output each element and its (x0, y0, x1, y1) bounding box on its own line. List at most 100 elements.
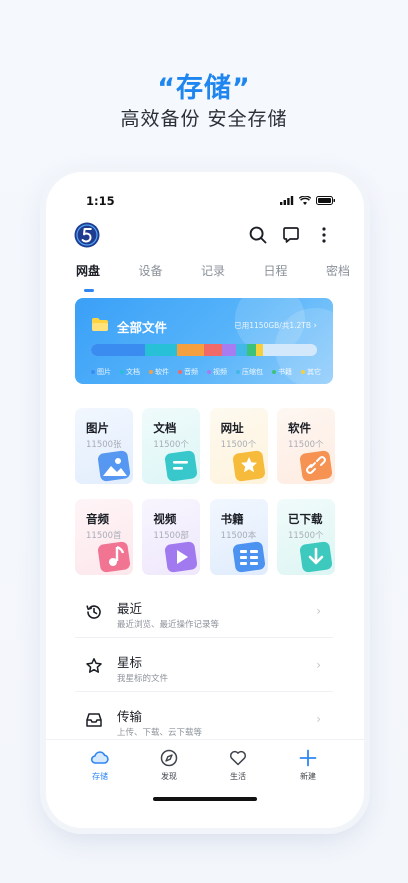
battery-icon (316, 196, 335, 205)
tabbar-life[interactable]: 生活 (218, 748, 258, 782)
app-header (46, 220, 364, 250)
promo-title: “存储” (157, 73, 251, 104)
legend-label: 文档 (126, 368, 140, 376)
list-item-subtitle: 最近浏览、最近操作记录等 (117, 620, 220, 630)
all-files-card[interactable]: 全部文件 已用1150GB/共1.2TB › 图片 文档 软件 音频 视频 压缩包 书籍 其它 (75, 298, 333, 384)
plus-icon (299, 749, 317, 767)
storage-segment-6 (246, 344, 256, 356)
star-icon (232, 450, 265, 482)
category-card[interactable]: 网址 11500个 (209, 408, 268, 484)
category-card[interactable]: 文档 11500个 (142, 408, 201, 484)
tabbar-label: 存储 (92, 772, 108, 781)
document-icon (165, 450, 198, 482)
storage-segment-3 (203, 344, 223, 356)
legend-item: 其它 (301, 367, 321, 377)
legend-dot (236, 370, 240, 374)
legend-dot (272, 370, 276, 374)
legend-item: 软件 (149, 367, 169, 377)
storage-segment-5 (235, 344, 247, 356)
legend-label: 书籍 (278, 368, 292, 376)
legend-label: 压缩包 (242, 368, 263, 376)
storage-usage: 已用1150GB/共1.2TB › (234, 321, 317, 331)
storage-segment-0 (91, 344, 146, 356)
category-name: 网址 (220, 421, 244, 435)
legend-item: 书籍 (272, 367, 292, 377)
promo-subtitle: 高效备份 安全存储 (120, 108, 288, 130)
legend-dot (207, 370, 211, 374)
status-bar: 1:15 (46, 194, 364, 210)
download-icon (299, 541, 333, 573)
legend-label: 图片 (97, 368, 111, 376)
link-icon (299, 450, 333, 482)
tabbar-label: 生活 (230, 772, 246, 781)
legend-dot (120, 370, 124, 374)
all-files-title: 全部文件 (117, 320, 168, 335)
category-card[interactable]: 图片 11500张 (75, 408, 133, 484)
storage-legend: 图片 文档 软件 音频 视频 压缩包 书籍 其它 (91, 367, 321, 377)
list-item-transfer[interactable]: 传输 上传、下载、云下载等 › (75, 692, 333, 746)
chevron-right-icon: › (316, 604, 321, 618)
list-item-starred[interactable]: 星标 我星标的文件 › (75, 638, 333, 692)
list-item-title: 传输 (117, 709, 143, 724)
tab-schedule[interactable]: 日程 (256, 262, 296, 286)
app-logo-icon[interactable] (74, 222, 100, 248)
heart-icon (230, 750, 246, 766)
category-name: 文档 (153, 421, 177, 435)
legend-item: 压缩包 (236, 367, 263, 377)
search-icon[interactable] (248, 225, 268, 245)
bottom-tab-bar: 存储 发现 生活 新建 (46, 740, 364, 828)
message-icon[interactable] (281, 225, 301, 245)
legend-item: 文档 (120, 367, 140, 377)
storage-segment-1 (145, 344, 177, 356)
phone-frame: 1:15 网盘 设备 记录 日程 密档 全部文件 已用1150GB/共1.2TB… (46, 172, 364, 828)
category-grid-row-1: 图片 11500张 文档 11500个 网址 11500个 软件 11500个 (75, 408, 335, 484)
category-card[interactable]: 视频 11500部 (142, 499, 201, 575)
category-card[interactable]: 音频 11500首 (75, 499, 133, 575)
signal-icon (280, 196, 294, 205)
legend-label: 其它 (307, 368, 321, 376)
category-card[interactable]: 已下载 11500个 (276, 499, 335, 575)
tabbar-label: 发现 (161, 772, 177, 781)
tab-devices[interactable]: 设备 (131, 262, 171, 286)
legend-item: 视频 (207, 367, 227, 377)
list-item-subtitle: 上传、下载、云下载等 (117, 728, 203, 738)
music-icon (97, 541, 131, 573)
legend-dot (91, 370, 95, 374)
legend-dot (149, 370, 153, 374)
category-card[interactable]: 书籍 11500本 (209, 499, 268, 575)
tab-vault[interactable]: 密档 (318, 262, 358, 286)
wifi-icon (299, 196, 311, 205)
status-time: 1:15 (86, 194, 115, 208)
list-item-subtitle: 我星标的文件 (117, 674, 169, 684)
legend-label: 软件 (155, 368, 169, 376)
tabbar-discover[interactable]: 发现 (149, 748, 189, 782)
category-grid-row-2: 音频 11500首 视频 11500部 书籍 11500本 已下载 11500个 (75, 499, 335, 575)
legend-label: 音频 (184, 368, 198, 376)
image-icon (97, 450, 131, 482)
category-card[interactable]: 软件 11500个 (276, 408, 335, 484)
play-icon (165, 541, 198, 573)
category-name: 视频 (153, 512, 177, 526)
list-item-title: 星标 (117, 655, 143, 670)
more-vertical-icon[interactable] (314, 225, 334, 245)
tabbar-label: 新建 (300, 772, 316, 781)
tabbar-new[interactable]: 新建 (288, 748, 328, 782)
storage-segment-4 (222, 344, 236, 356)
storage-segment-7 (255, 344, 263, 356)
history-icon (86, 605, 101, 619)
chevron-right-icon: › (316, 658, 321, 672)
legend-item: 音频 (178, 367, 198, 377)
tabbar-storage[interactable]: 存储 (80, 748, 120, 782)
legend-dot (301, 370, 305, 374)
list-item-recent[interactable]: 最近 最近浏览、最近操作记录等 › (75, 584, 333, 638)
category-name: 音频 (86, 512, 109, 526)
compass-icon (160, 749, 178, 767)
storage-segment-2 (176, 344, 204, 356)
star-outline-icon (86, 658, 102, 673)
tab-netdisk[interactable]: 网盘 (68, 262, 108, 292)
legend-item: 图片 (91, 367, 111, 377)
folder-icon (92, 318, 108, 331)
storage-usage-bar (91, 344, 317, 356)
tab-records[interactable]: 记录 (193, 262, 233, 286)
book-icon (232, 541, 265, 573)
